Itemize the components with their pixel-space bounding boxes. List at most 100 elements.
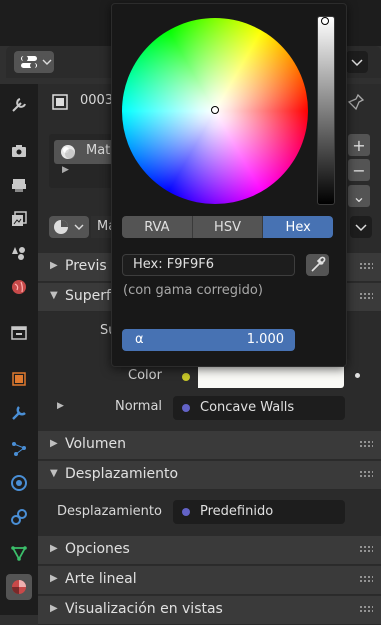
value-slider-knob[interactable] [321,17,329,25]
pin-button[interactable] [346,92,366,116]
add-slot-label: + [352,135,366,155]
tab-object[interactable] [6,366,32,392]
remove-slot-label: − [352,160,366,180]
panel-volume-title: Volumen [65,436,126,452]
world-icon [12,280,26,294]
socket-purple-dot [182,404,190,412]
material-dropdown[interactable] [350,216,372,238]
tab-material[interactable] [6,574,32,600]
header-dropdown[interactable] [346,51,368,73]
tab-modifiers[interactable] [6,400,32,426]
material-browse-icon [54,220,84,234]
material-ball-icon [61,145,75,159]
modifier-icon [12,406,26,420]
drag-grip-icon[interactable] [359,605,373,613]
remove-slot-button[interactable]: − [348,159,370,181]
panel-lineart-title: Arte lineal [65,571,137,587]
tab-hex[interactable]: Hex [263,216,333,238]
drag-grip-icon[interactable] [359,262,373,270]
alpha-label: α [135,332,144,347]
displacement-value: Predefinido [200,504,274,519]
object-data-icon [52,94,68,110]
expanded-arrow-icon: ▼ [50,468,58,479]
tab-constraints[interactable] [6,504,32,530]
color-label: Color [128,368,162,383]
physics-icon [11,475,27,491]
tab-world[interactable] [6,274,32,300]
panel-viewport-display[interactable]: ▶ Visualización en vistas [38,596,381,625]
panel-displacement[interactable]: ▼ Desplazamiento [38,461,381,490]
object-icon [12,372,26,386]
browse-material-button[interactable] [49,216,89,238]
chevron-down-icon [351,59,363,67]
tab-data[interactable] [6,540,32,566]
panel-preview-title: Previs [65,258,107,274]
render-icon [12,145,26,157]
wheel-cursor[interactable] [211,106,219,114]
collapsed-arrow-icon: ▶ [50,603,58,614]
displacement-label: Desplazamiento [57,504,162,519]
expanded-arrow-icon: ▼ [50,290,58,301]
socket-purple-dot [182,508,190,516]
panel-options-title: Opciones [65,541,130,557]
drag-grip-icon[interactable] [359,440,373,448]
tool-icon [12,98,26,112]
tab-particles[interactable] [6,436,32,462]
tab-hsv[interactable]: HSV [192,216,264,238]
editor-type-button[interactable] [14,51,54,73]
drag-grip-icon[interactable] [359,292,373,300]
gamma-note: (con gama corregido) [123,283,263,298]
view-layer-icon [12,211,27,226]
collection-icon [11,326,27,340]
material-icon [12,580,26,594]
collapsed-arrow-icon: ▶ [50,543,58,554]
panel-options[interactable]: ▶ Opciones [38,536,381,565]
hex-input[interactable]: Hex: F9F9F6 [122,254,295,276]
collapsed-arrow-icon: ▶ [50,438,58,449]
normal-input[interactable]: Concave Walls [173,396,345,420]
tab-physics[interactable] [6,470,32,496]
panel-surface-title: Superf [65,288,111,304]
displacement-input[interactable]: Predefinido [173,500,345,524]
drag-grip-icon[interactable] [359,575,373,583]
color-socket[interactable] [173,364,199,390]
value-slider[interactable] [317,16,335,205]
panel-lineart[interactable]: ▶ Arte lineal [38,566,381,595]
tab-render[interactable] [6,138,32,164]
color-swatch[interactable] [198,364,344,388]
color-mode-tabs: RVA HSV Hex [122,216,333,238]
panel-displacement-title: Desplazamiento [65,466,179,482]
eyedropper-button[interactable] [306,254,329,276]
properties-editor-icon [21,55,52,69]
eyedropper-icon [311,256,326,272]
panel-volume[interactable]: ▶ Volumen [38,431,381,460]
tab-tool[interactable] [6,92,32,118]
tab-view-layer[interactable] [6,206,32,232]
object-name: 0003 [80,93,114,108]
constraints-icon [11,509,27,525]
animate-dot[interactable] [355,373,360,378]
scene-icon [12,247,25,260]
chevron-down-icon [355,224,367,232]
alpha-value: 1.000 [246,332,284,347]
collapsed-arrow-icon: ▶ [50,260,58,271]
data-icon [11,546,27,561]
collapsed-arrow-icon: ▶ [50,573,58,584]
normal-expand-arrow[interactable]: ▶ [57,401,64,411]
slot-specials-label: ⌄ [352,186,366,206]
tab-scene[interactable] [6,240,32,266]
pin-icon [347,93,365,111]
normal-value: Concave Walls [200,400,295,415]
socket-yellow-dot [182,373,190,381]
tab-output[interactable] [6,172,32,198]
list-expand-arrow[interactable]: ▶ [62,165,69,175]
drag-grip-icon[interactable] [359,470,373,478]
normal-label: Normal [115,399,163,414]
add-slot-button[interactable]: + [348,134,370,156]
tab-rva[interactable]: RVA [122,216,193,238]
slot-specials-button[interactable]: ⌄ [348,185,370,207]
tab-collection[interactable] [6,320,32,346]
alpha-slider[interactable]: α 1.000 [122,329,295,351]
drag-grip-icon[interactable] [359,545,373,553]
particles-icon [12,442,26,456]
